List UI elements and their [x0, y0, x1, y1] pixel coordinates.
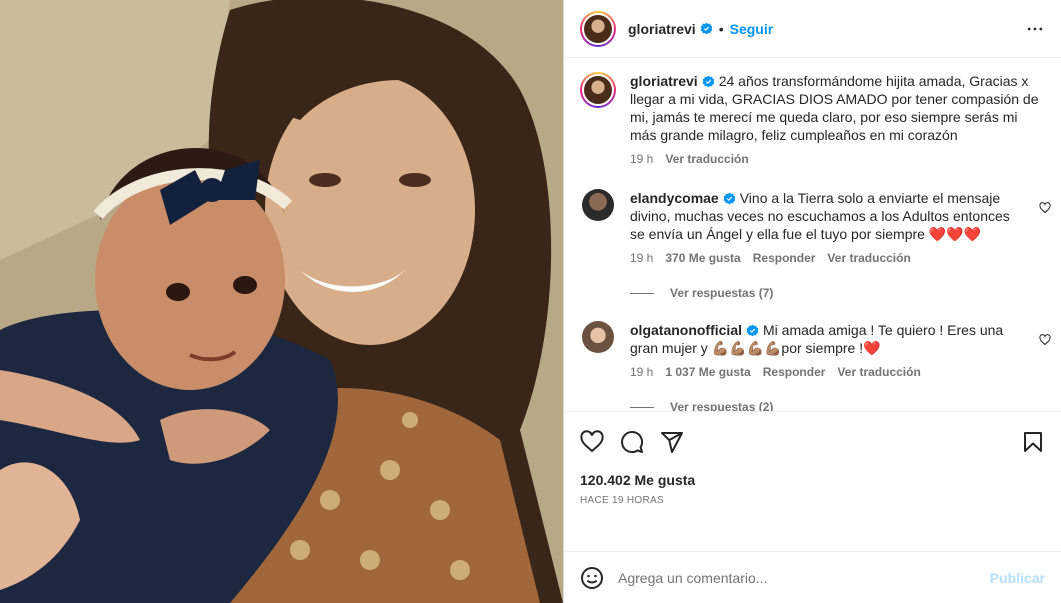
photo-illustration: [0, 0, 563, 603]
comment-meta: 19 h 1 037 Me gusta Responder Ver traduc…: [630, 365, 1045, 379]
header-separator: •: [718, 20, 724, 37]
post-timestamp: HACE 19 HORAS: [580, 495, 664, 506]
caption-meta: 19 h Ver traducción: [630, 152, 1045, 166]
comment-time: 19 h: [630, 251, 654, 265]
verified-badge-icon: [723, 192, 736, 205]
comment-time: 19 h: [630, 365, 654, 379]
comment-likes[interactable]: 1 037 Me gusta: [665, 365, 750, 379]
save-bookmark-icon[interactable]: [1021, 430, 1045, 454]
caption-username[interactable]: gloriatrevi: [630, 73, 698, 89]
view-replies-label: Ver respuestas (2): [670, 400, 774, 411]
view-replies-button[interactable]: Ver respuestas (2): [630, 400, 1045, 411]
comment-meta: 19 h 370 Me gusta Responder Ver traducci…: [630, 251, 1045, 265]
caption: gloriatrevi 24 años transformándome hijit…: [580, 72, 1045, 166]
comment-avatar[interactable]: [582, 189, 614, 221]
caption-time: 19 h: [630, 152, 654, 166]
comment-like-heart-icon[interactable]: [1039, 201, 1051, 217]
instagram-post: gloriatrevi • Seguir gloriatrevi 24 años …: [0, 0, 1061, 603]
header-user-info: gloriatrevi • Seguir: [628, 21, 773, 37]
comments-section[interactable]: gloriatrevi 24 años transformándome hijit…: [564, 58, 1061, 411]
caption-text-block: gloriatrevi 24 años transformándome hijit…: [630, 72, 1045, 144]
replies-divider: [630, 406, 654, 408]
more-horizontal-icon[interactable]: [1025, 19, 1045, 42]
verified-badge-icon: [700, 22, 713, 35]
comment-translate-link[interactable]: Ver traducción: [827, 251, 910, 265]
post-actions: 120.402 Me gusta HACE 19 HORAS: [564, 411, 1061, 551]
comment-input[interactable]: [618, 569, 990, 586]
follow-button[interactable]: Seguir: [730, 21, 774, 37]
post-photo[interactable]: [0, 0, 563, 603]
caption-avatar[interactable]: [580, 72, 616, 108]
publish-button[interactable]: Publicar: [990, 570, 1045, 586]
header-avatar[interactable]: [580, 10, 616, 47]
comment-username[interactable]: olgatanonofficial: [630, 322, 742, 338]
replies-divider: [630, 292, 654, 294]
comment-item: elandycomae Vino a la Tierra solo a envia…: [580, 189, 1051, 300]
comment-item: olgatanonofficial Mi amada amiga ! Te qui…: [580, 321, 1051, 411]
post-side-panel: gloriatrevi • Seguir gloriatrevi 24 años …: [563, 0, 1061, 603]
like-heart-icon[interactable]: [580, 430, 604, 454]
comment-username[interactable]: elandycomae: [630, 190, 719, 206]
view-replies-button[interactable]: Ver respuestas (7): [630, 286, 1045, 300]
comment-avatar[interactable]: [582, 321, 614, 353]
header-username[interactable]: gloriatrevi: [628, 21, 696, 37]
verified-badge-icon: [746, 324, 759, 337]
comment-bubble-icon[interactable]: [620, 430, 644, 454]
view-replies-label: Ver respuestas (7): [670, 286, 774, 300]
likes-count[interactable]: 120.402 Me gusta: [580, 472, 1045, 488]
reply-button[interactable]: Responder: [763, 365, 826, 379]
comment-like-heart-icon[interactable]: [1039, 333, 1051, 349]
comment-translate-link[interactable]: Ver traducción: [837, 365, 920, 379]
reply-button[interactable]: Responder: [753, 251, 816, 265]
caption-translate-link[interactable]: Ver traducción: [665, 152, 748, 166]
emoji-icon[interactable]: [580, 566, 604, 590]
share-paper-plane-icon[interactable]: [660, 430, 684, 454]
add-comment-bar: Publicar: [564, 551, 1061, 603]
action-icons: [580, 424, 1045, 460]
verified-badge-icon: [702, 75, 715, 88]
comment-likes[interactable]: 370 Me gusta: [665, 251, 740, 265]
post-header: gloriatrevi • Seguir: [564, 0, 1061, 58]
